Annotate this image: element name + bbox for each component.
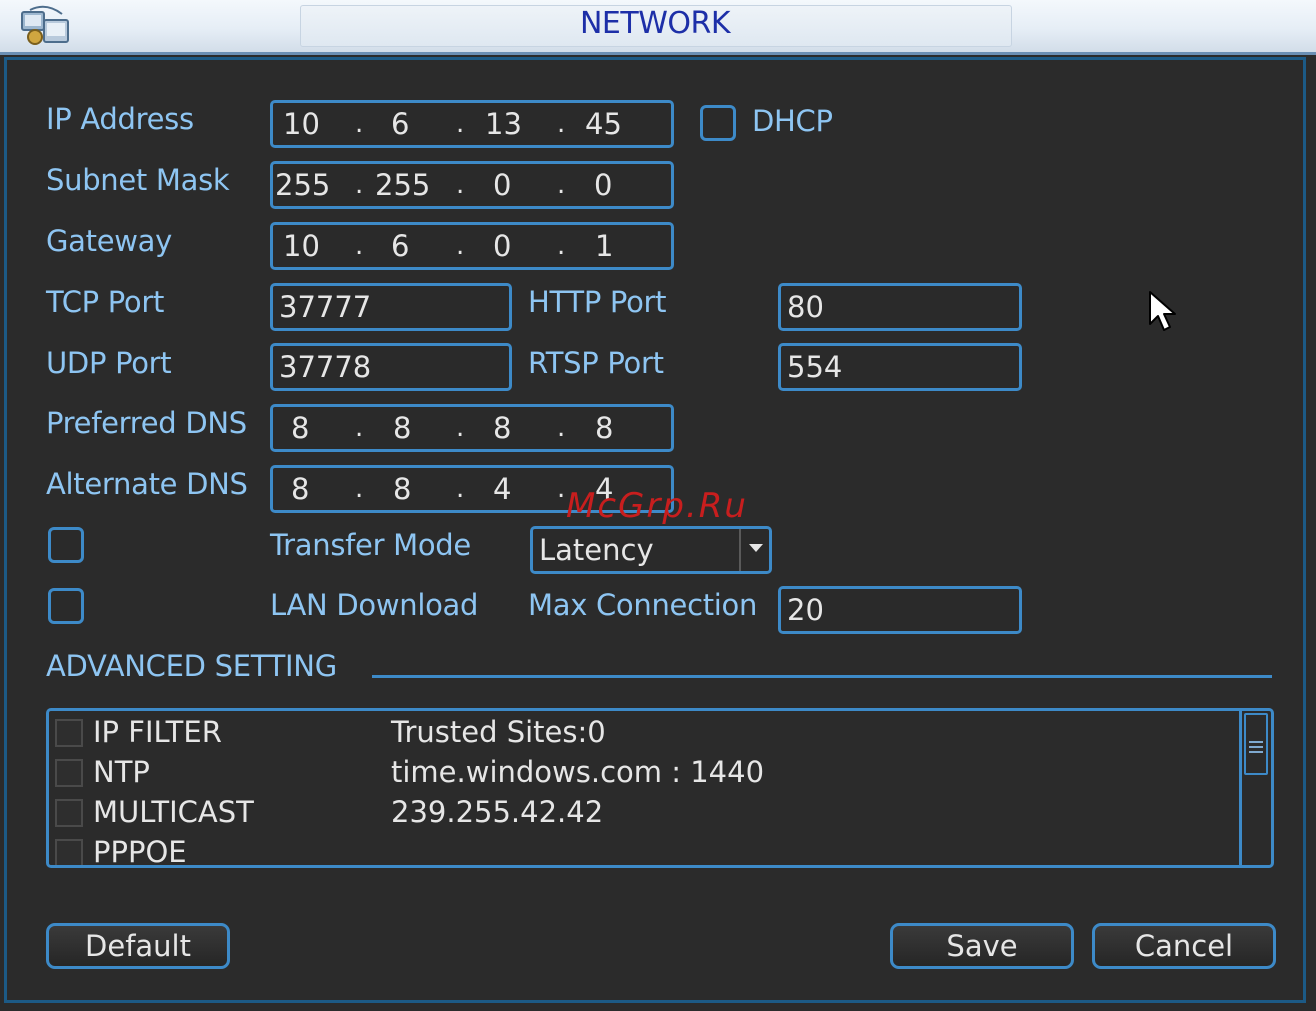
item-checkbox[interactable] [55, 799, 83, 827]
udp-port-input[interactable]: 37778 [270, 343, 512, 391]
item-name: PPPOE [93, 835, 187, 868]
rtsp-port-label: RTSP Port [528, 346, 664, 380]
lan-download-checkbox[interactable] [48, 588, 84, 624]
lan-download-label: LAN Download [270, 588, 479, 622]
subnet-octet-4: 0 [594, 168, 613, 202]
adns-octet-1: 8 [291, 472, 310, 506]
network-app-icon [21, 5, 69, 45]
subnet-dot: . [355, 170, 364, 200]
title-bar: NETWORK [0, 0, 1316, 55]
alternate-dns-label: Alternate DNS [46, 467, 248, 501]
preferred-dns-input[interactable]: 8 . 8 . 8 . 8 [270, 404, 674, 452]
item-checkbox[interactable] [55, 719, 83, 747]
udp-port-value: 37778 [279, 350, 372, 384]
tcp-port-input[interactable]: 37777 [270, 283, 512, 331]
item-value: Trusted Sites:0 [391, 715, 606, 749]
adns-dot: . [557, 474, 566, 504]
scroll-thumb[interactable] [1244, 713, 1268, 775]
list-item[interactable]: IP FILTER Trusted Sites:0 [49, 713, 1239, 753]
transfer-mode-select[interactable]: Latency [530, 526, 772, 574]
transfer-mode-label: Transfer Mode [270, 528, 471, 562]
item-value: 239.255.42.42 [391, 795, 604, 829]
subnet-octet-2: 255 [375, 168, 431, 202]
max-connection-input[interactable]: 20 [778, 586, 1022, 634]
gateway-dot: . [557, 231, 566, 261]
watermark-text: McGrp.Ru [566, 486, 748, 526]
gateway-octet-3: 0 [493, 229, 512, 263]
list-item[interactable]: PPPOE [49, 833, 1239, 868]
ip-octet-4: 45 [585, 107, 622, 141]
subnet-mask-label: Subnet Mask [46, 163, 230, 197]
chevron-down-icon[interactable] [739, 529, 769, 571]
gateway-octet-2: 6 [391, 229, 410, 263]
ip-octet-3: 13 [485, 107, 522, 141]
ip-dot: . [557, 109, 566, 139]
adns-dot: . [355, 474, 364, 504]
preferred-dns-label: Preferred DNS [46, 406, 247, 440]
gateway-octet-1: 10 [283, 229, 320, 263]
ip-octet-2: 6 [391, 107, 410, 141]
gateway-dot: . [355, 231, 364, 261]
subnet-octet-3: 0 [493, 168, 512, 202]
ip-address-label: IP Address [46, 102, 194, 136]
pdns-octet-1: 8 [291, 411, 310, 445]
subnet-dot: . [456, 170, 465, 200]
cancel-button[interactable]: Cancel [1092, 923, 1276, 969]
ip-address-input[interactable]: 10 . 6 . 13 . 45 [270, 100, 674, 148]
udp-port-label: UDP Port [46, 346, 172, 380]
dhcp-label: DHCP [752, 104, 833, 138]
subnet-octet-1: 255 [275, 168, 331, 202]
advanced-setting-heading: ADVANCED SETTING [46, 649, 337, 683]
transfer-mode-checkbox[interactable] [48, 527, 84, 563]
subnet-dot: . [557, 170, 566, 200]
ip-dot: . [355, 109, 364, 139]
save-button[interactable]: Save [890, 923, 1074, 969]
adns-dot: . [456, 474, 465, 504]
pdns-octet-2: 8 [393, 411, 412, 445]
rtsp-port-value: 554 [787, 350, 843, 384]
pdns-octet-3: 8 [493, 411, 512, 445]
list-scrollbar[interactable] [1239, 711, 1271, 865]
rtsp-port-input[interactable]: 554 [778, 343, 1022, 391]
transfer-mode-value: Latency [539, 533, 654, 567]
gateway-octet-4: 1 [595, 229, 614, 263]
adns-octet-3: 4 [493, 472, 512, 506]
item-name: NTP [93, 755, 150, 789]
gateway-dot: . [456, 231, 465, 261]
max-connection-value: 20 [787, 593, 824, 627]
section-divider [372, 675, 1272, 678]
tcp-port-value: 37777 [279, 290, 372, 324]
item-checkbox[interactable] [55, 839, 83, 865]
ip-octet-1: 10 [283, 107, 320, 141]
gateway-input[interactable]: 10 . 6 . 0 . 1 [270, 222, 674, 270]
ip-dot: . [456, 109, 465, 139]
http-port-value: 80 [787, 290, 824, 324]
pdns-dot: . [355, 413, 364, 443]
item-value: time.windows.com : 1440 [391, 755, 765, 789]
item-checkbox[interactable] [55, 759, 83, 787]
mouse-cursor-icon [1149, 291, 1176, 331]
dhcp-checkbox[interactable] [700, 105, 736, 141]
pdns-dot: . [557, 413, 566, 443]
list-item[interactable]: MULTICAST 239.255.42.42 [49, 793, 1239, 833]
default-button[interactable]: Default [46, 923, 230, 969]
http-port-input[interactable]: 80 [778, 283, 1022, 331]
http-port-label: HTTP Port [528, 285, 667, 319]
window-title: NETWORK [579, 6, 731, 41]
gateway-label: Gateway [46, 224, 173, 258]
subnet-mask-input[interactable]: 255 . 255 . 0 . 0 [270, 161, 674, 209]
advanced-settings-list[interactable]: IP FILTER Trusted Sites:0 NTP time.windo… [46, 708, 1274, 868]
list-item[interactable]: NTP time.windows.com : 1440 [49, 753, 1239, 793]
item-name: IP FILTER [93, 715, 222, 749]
pdns-dot: . [456, 413, 465, 443]
max-connection-label: Max Connection [528, 588, 758, 622]
tcp-port-label: TCP Port [46, 285, 165, 319]
adns-octet-2: 8 [393, 472, 412, 506]
pdns-octet-4: 8 [595, 411, 614, 445]
item-name: MULTICAST [93, 795, 254, 829]
